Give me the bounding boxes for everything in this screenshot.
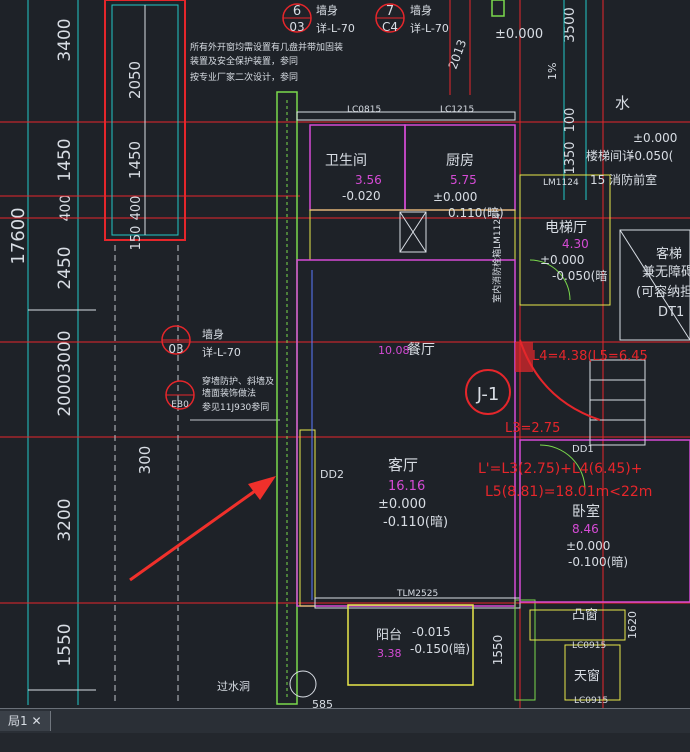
bedroom-area: 8.46 <box>572 522 599 536</box>
door-code: DD1 <box>572 444 594 455</box>
note-line: 装置及安全保护装置，参同 <box>190 55 298 67</box>
lift-label: 兼无障碍 <box>642 265 690 280</box>
callout-num: 7 <box>386 4 394 19</box>
dining-area: 10.08 <box>378 344 410 357</box>
right-level: ±0.000 <box>633 131 677 145</box>
callout-label: 墙身 <box>316 3 338 17</box>
elevator-hall-name: 电梯厅 <box>545 220 587 236</box>
callout-sheet: C4 <box>382 20 398 34</box>
kitchen-name: 厨房 <box>446 153 474 169</box>
living-area: 16.16 <box>388 479 425 494</box>
dim-2450: 2450 <box>55 246 75 289</box>
drain-note: 过水洞 <box>217 680 250 693</box>
note-line: 按专业厂家二次设计，参同 <box>190 71 298 83</box>
stair-dim-150: 150 <box>129 226 144 251</box>
stair-dim-1450: 1450 <box>126 141 144 179</box>
evac-formula: L'=L3(2.75)+L4(6.45)+ <box>478 461 642 477</box>
elevator-level: ±0.000 <box>540 253 584 267</box>
toilet-name: 卫生间 <box>325 153 367 169</box>
stair-dim-2050: 2050 <box>126 61 144 99</box>
callout-label: 墙身 <box>410 3 432 17</box>
window-code: LC0815 <box>347 105 381 115</box>
callout-label: 墙身 <box>202 327 224 341</box>
balcony-level: -0.015 <box>412 625 451 639</box>
door-code: DD2 <box>320 468 344 481</box>
window-code: LC0915 <box>572 641 606 651</box>
dim-1550: 1550 <box>55 623 75 666</box>
rt-dim: 1620 <box>626 611 639 639</box>
dim-3200: 3200 <box>55 498 75 541</box>
lift-label: (可容纳担 <box>636 284 690 300</box>
living-name: 客厅 <box>388 456 418 474</box>
bedroom-level: ±0.000 <box>566 539 610 553</box>
dim-3400: 3400 <box>55 18 75 61</box>
bedroom-level2: -0.100(暗) <box>568 554 628 569</box>
stair-dim-400: 400 <box>129 196 144 221</box>
cad-application: 17600 3400 1450 400 2450 3000 2000 300 3… <box>0 0 690 752</box>
note-line: 墙面装饰做法 <box>202 387 256 399</box>
right-level: -0.050( <box>630 149 673 163</box>
elevator-level2: -0.050(暗 <box>552 268 607 283</box>
note-line: 所有外开窗均需设置有几盘并带加固装 <box>190 41 343 53</box>
command-line[interactable] <box>0 733 690 752</box>
elevator-area: 4.30 <box>562 237 589 251</box>
evac-formula: L3=2.75 <box>505 421 560 436</box>
corridor-label: 15 消防前室 <box>590 172 657 187</box>
bay-window-name: 凸窗 <box>572 607 598 623</box>
top-level-0: ±0.000 <box>495 27 543 42</box>
vertical-note: 室内消防栓箱LM1124 <box>491 213 503 303</box>
toilet-area: 3.56 <box>355 173 382 187</box>
dim-300: 300 <box>136 446 154 475</box>
callout-sheet: 03 <box>168 342 183 356</box>
kitchen-level: ±0.000 <box>433 190 477 204</box>
window-code: LC0915 <box>574 696 608 706</box>
note-line: 参见11J930参同 <box>202 401 269 413</box>
window-code: TLM2525 <box>396 589 438 599</box>
bedroom-name: 卧室 <box>572 503 600 520</box>
lift-label: DT1 <box>658 305 684 320</box>
living-level2: -0.110(暗) <box>383 515 448 530</box>
balcony-area: 3.38 <box>377 647 402 660</box>
section-mark: J-1 <box>476 384 500 405</box>
kitchen-area: 5.75 <box>450 173 477 187</box>
tab-label: 局1 <box>8 714 28 728</box>
window-code: LC1215 <box>440 105 474 115</box>
slope-mark: 1% <box>546 63 559 80</box>
dim-400: 400 <box>58 195 74 222</box>
skywell-name: 天窗 <box>574 668 600 684</box>
dining-name: 餐厅 <box>407 342 435 358</box>
door-code: LM1124 <box>543 178 579 188</box>
water-pipe: 水 <box>615 94 630 112</box>
rt-1550: 1550 <box>491 635 505 666</box>
lift-label: 客梯 <box>656 246 682 262</box>
corridor-label: 楼梯间详 <box>586 148 634 163</box>
balcony-level2: -0.150(暗) <box>410 641 470 656</box>
evac-formula: L4=4.38(L5=6.45 <box>532 349 648 364</box>
callout-sheet: EB0 <box>171 400 189 410</box>
right-dim: 100 <box>563 108 578 133</box>
callout-ref: 详-L-70 <box>316 21 355 35</box>
toilet-level: -0.020 <box>342 189 381 203</box>
living-level: ±0.000 <box>378 497 426 512</box>
callout-ref: 详-L-70 <box>202 345 241 359</box>
callout-ref: 详-L-70 <box>410 21 449 35</box>
cad-drawing-canvas[interactable]: 17600 3400 1450 400 2450 3000 2000 300 3… <box>0 0 690 708</box>
dim-585: 585 <box>312 698 333 708</box>
note-line: 穿墙防护、斜墙及 <box>202 375 274 387</box>
callout-sheet: 03 <box>289 20 304 34</box>
dim-1450: 1450 <box>55 138 75 181</box>
balcony-name: 阳台 <box>376 628 402 643</box>
right-dim: 1350 <box>563 141 578 174</box>
dim-total: 17600 <box>8 207 29 264</box>
dim-3000: 3000 <box>55 330 75 373</box>
status-bar: 局1 ✕ <box>0 708 690 752</box>
evac-formula: L5(8.81)=18.01m<22m <box>485 484 652 500</box>
callout-num: 6 <box>293 4 301 19</box>
column <box>515 342 533 372</box>
dim-2000: 2000 <box>55 373 75 416</box>
layout-tab[interactable]: 局1 ✕ <box>0 711 51 731</box>
